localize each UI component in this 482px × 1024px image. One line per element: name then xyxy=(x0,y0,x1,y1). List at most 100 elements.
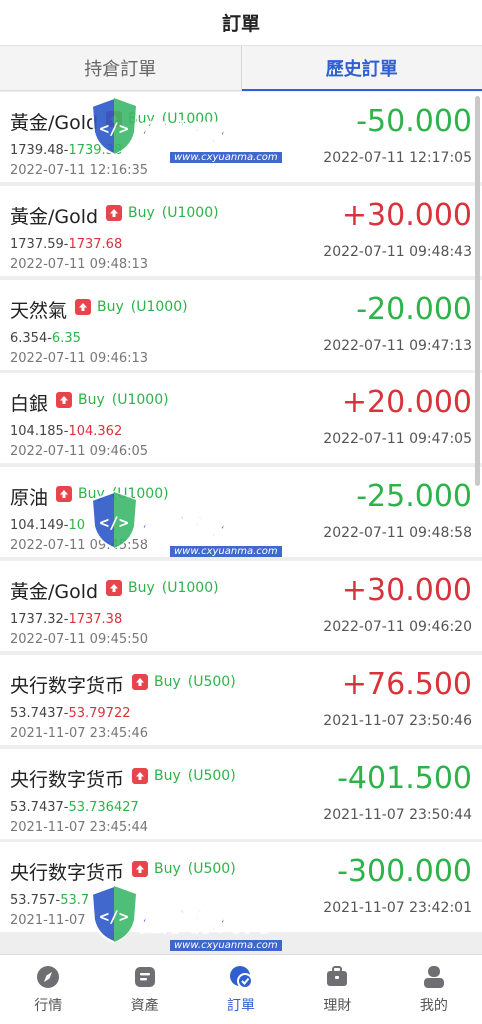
nav-finance[interactable]: 理財 xyxy=(289,955,385,1024)
order-open-time: 2021-11-07 xyxy=(10,913,86,929)
order-open-price: 1737.59- xyxy=(10,236,69,252)
order-direction: Buy xyxy=(128,579,155,596)
order-open-price: 1739.48- xyxy=(10,143,69,158)
order-prices: 104.185-104.362 xyxy=(10,424,122,439)
order-direction: Buy xyxy=(154,673,181,690)
order-prices: 53.757-53.7 xyxy=(10,893,89,908)
order-instrument-name: 黃金/Gold xyxy=(10,580,99,603)
order-close-price: 6.35 xyxy=(51,330,81,346)
order-prices: 104.149-10 xyxy=(10,518,85,533)
list-scrollbar[interactable] xyxy=(475,96,480,486)
order-open-price: 1737.32- xyxy=(10,611,69,627)
order-direction: Buy xyxy=(128,204,155,221)
nav-mine-label: 我的 xyxy=(419,998,448,1014)
order-prices: 1737.59-1737.68 xyxy=(10,237,122,252)
order-open-time: 2022-07-11 09:46:05 xyxy=(10,444,149,460)
nav-assets[interactable]: 資產 xyxy=(96,955,192,1024)
order-close-time: 2021-11-07 23:50:44 xyxy=(323,806,472,823)
order-profit-loss: +30.000 xyxy=(341,572,472,608)
nav-orders-label: 訂單 xyxy=(227,998,256,1014)
order-instrument-name: 黃金/Gold xyxy=(10,112,99,134)
tab-history-orders-label: 歷史訂單 xyxy=(325,59,398,80)
nav-mine[interactable]: 我的 xyxy=(386,955,482,1024)
order-row[interactable]: 央行数字货币 Buy (U500) 53.7437-53.736427 2021-11-… xyxy=(0,748,482,839)
order-direction-badge: Buy (U500) xyxy=(132,861,236,878)
order-instrument-name: 央行数字货币 xyxy=(10,862,125,885)
order-row[interactable]: 黃金/Gold Buy (U1000) 1737.59-1737.68 2022-07-… xyxy=(0,185,482,276)
nav-market[interactable]: 行情 xyxy=(0,955,96,1024)
page-title: 訂單 xyxy=(221,13,260,35)
order-lot-size: (U1000) xyxy=(161,204,219,221)
tab-open-positions-label: 持倉訂單 xyxy=(84,59,157,80)
order-direction-badge: Buy (U1000) xyxy=(56,486,169,503)
up-arrow-icon xyxy=(56,392,72,409)
order-direction: Buy xyxy=(154,767,181,784)
order-lot-size: (U1000) xyxy=(130,298,188,315)
order-direction-badge: Buy (U1000) xyxy=(56,392,169,409)
order-close-price: 53.736427 xyxy=(68,799,139,815)
order-prices: 53.7437-53.79722 xyxy=(10,706,130,721)
order-lot-size: (U1000) xyxy=(161,111,219,127)
order-open-price: 53.7437- xyxy=(10,705,69,721)
order-close-time: 2022-07-11 09:48:58 xyxy=(323,525,472,542)
order-close-price: 53.7 xyxy=(60,893,90,909)
order-direction-badge: Buy (U500) xyxy=(132,673,236,690)
order-open-price: 53.757- xyxy=(10,893,61,909)
order-row[interactable]: 白銀 Buy (U1000) 104.185-104.362 2022-07-11 09… xyxy=(0,373,482,464)
nav-orders[interactable]: 訂單 xyxy=(193,955,289,1024)
up-arrow-icon xyxy=(132,673,148,690)
order-open-price: 104.185- xyxy=(10,424,69,440)
order-open-price: 53.7437- xyxy=(10,799,69,815)
order-close-time: 2021-11-07 23:50:46 xyxy=(323,712,472,729)
order-instrument-name: 白銀 xyxy=(10,393,49,416)
nav-market-label: 行情 xyxy=(34,998,63,1014)
tab-history-orders[interactable]: 歷史訂單 xyxy=(240,46,482,91)
up-arrow-icon xyxy=(106,204,122,221)
order-instrument-name: 天然氣 xyxy=(10,299,68,322)
order-direction: Buy xyxy=(128,111,155,127)
order-instrument-name: 原油 xyxy=(10,487,49,510)
order-row[interactable]: 央行数字货币 Buy (U500) 53.757-53.7 2021-11-07 -300… xyxy=(0,842,482,933)
order-direction-badge: Buy (U1000) xyxy=(75,298,188,315)
order-close-price: 1737.68 xyxy=(68,236,123,252)
order-prices: 6.354-6.35 xyxy=(10,331,81,346)
order-row[interactable]: 原油 Buy (U1000) 104.149-10 2022-07-11 09:45:5… xyxy=(0,467,482,558)
up-arrow-icon xyxy=(75,298,91,315)
wallet-icon xyxy=(134,967,155,987)
order-open-price: 6.354- xyxy=(10,330,52,346)
order-close-time: 2022-07-11 09:48:43 xyxy=(323,243,472,260)
order-close-time: 2022-07-11 09:47:05 xyxy=(323,431,472,448)
nav-finance-label: 理財 xyxy=(323,998,352,1014)
up-arrow-icon xyxy=(56,486,72,503)
order-open-time: 2022-07-11 09:48:13 xyxy=(10,256,149,272)
order-instrument-name: 央行数字货币 xyxy=(10,768,125,791)
order-close-time: 2022-07-11 09:46:20 xyxy=(323,618,472,635)
order-row[interactable]: 黃金/Gold Buy (U1000) 1737.32-1737.38 2022-07-… xyxy=(0,560,482,651)
order-lot-size: (U500) xyxy=(187,861,236,878)
order-open-time: 2021-11-07 23:45:46 xyxy=(10,725,149,741)
order-history-list[interactable]: 黃金/Gold Buy (U1000) 1739.48-1739.38 2022-07-… xyxy=(0,92,482,954)
up-arrow-icon xyxy=(132,767,148,784)
order-row[interactable]: 黃金/Gold Buy (U1000) 1739.48-1739.38 2022-07-… xyxy=(0,92,482,182)
tab-open-positions[interactable]: 持倉訂單 xyxy=(0,46,241,90)
order-profit-loss: -50.000 xyxy=(356,104,472,139)
order-open-time: 2022-07-11 09:45:50 xyxy=(10,631,149,647)
order-profit-loss: -25.000 xyxy=(356,479,472,515)
order-close-price: 104.362 xyxy=(68,424,123,440)
order-direction: Buy xyxy=(78,392,105,409)
up-arrow-icon xyxy=(106,111,122,127)
order-profit-loss: +76.500 xyxy=(341,666,472,702)
order-open-time: 2021-11-07 23:45:44 xyxy=(10,819,149,835)
order-tabs: 持倉訂單 歷史訂單 xyxy=(0,46,482,91)
order-lot-size: (U1000) xyxy=(161,579,219,596)
order-close-time: 2021-11-07 23:42:01 xyxy=(323,900,472,917)
order-prices: 1739.48-1739.38 xyxy=(10,143,122,158)
order-close-price: 1739.38 xyxy=(68,143,123,158)
order-row[interactable]: 央行数字货币 Buy (U500) 53.7437-53.79722 2021-11-0… xyxy=(0,654,482,745)
order-lot-size: (U500) xyxy=(187,673,236,690)
order-direction-badge: Buy (U1000) xyxy=(106,111,219,127)
order-row[interactable]: 天然氣 Buy (U1000) 6.354-6.35 2022-07-11 09:46:… xyxy=(0,279,482,370)
order-close-price: 1737.38 xyxy=(68,611,123,627)
order-close-price: 10 xyxy=(68,518,85,534)
order-lot-size: (U1000) xyxy=(111,392,169,409)
